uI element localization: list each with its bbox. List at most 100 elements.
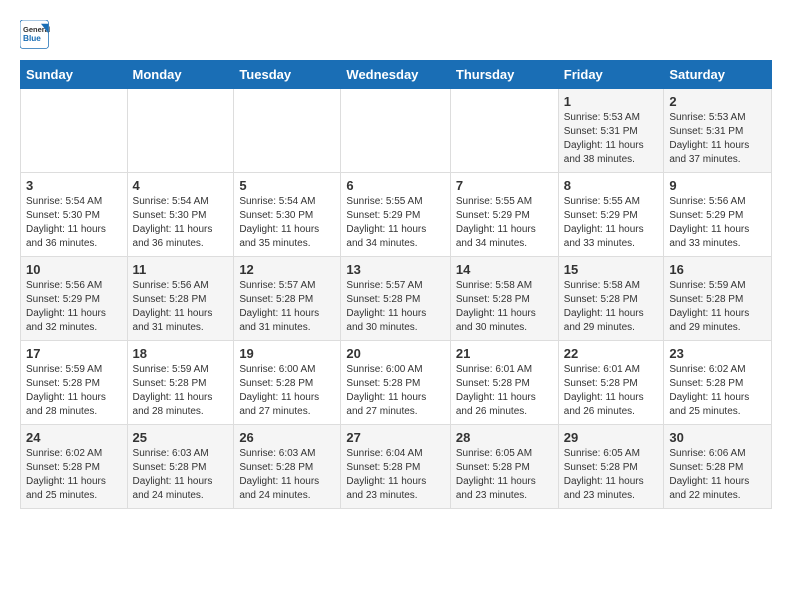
day-cell: 17 Sunrise: 5:59 AM Sunset: 5:28 PM Dayli… [21,341,128,425]
day-number: 3 [26,178,122,193]
day-cell [127,89,234,173]
day-info: Sunrise: 5:54 AM Sunset: 5:30 PM Dayligh… [133,195,229,251]
day-cell: 7 Sunrise: 5:55 AM Sunset: 5:29 PM Daylig… [450,173,558,257]
day-cell: 19Sunrise: 6:00 AM Sunset: 5:28 PM Dayli… [234,341,341,425]
day-cell: 28 Sunrise: 6:05 AM Sunset: 5:28 PM Dayli… [450,425,558,509]
day-info: Sunrise: 5:57 AM Sunset: 5:28 PM Dayligh… [346,279,444,335]
week-row-1: 1 Sunrise: 5:53 AM Sunset: 5:31 PM Daylig… [21,89,772,173]
day-info: Sunrise: 6:06 AM Sunset: 5:28 PM Dayligh… [669,447,766,503]
day-cell: 12 Sunrise: 5:57 AM Sunset: 5:28 PM Dayli… [234,257,341,341]
day-number: 28 [456,430,553,445]
weekday-row: SundayMondayTuesdayWednesdayThursdayFrid… [21,61,772,89]
day-cell: 3 Sunrise: 5:54 AM Sunset: 5:30 PM Daylig… [21,173,128,257]
day-info: Sunrise: 6:01 AM Sunset: 5:28 PM Dayligh… [564,363,659,419]
day-number: 30 [669,430,766,445]
day-info: Sunrise: 5:59 AM Sunset: 5:28 PM Dayligh… [26,363,122,419]
day-cell: 4 Sunrise: 5:54 AM Sunset: 5:30 PM Daylig… [127,173,234,257]
week-row-2: 3 Sunrise: 5:54 AM Sunset: 5:30 PM Daylig… [21,173,772,257]
day-number: 21 [456,346,553,361]
day-cell: 5 Sunrise: 5:54 AM Sunset: 5:30 PM Daylig… [234,173,341,257]
day-cell: 14 Sunrise: 5:58 AM Sunset: 5:28 PM Dayli… [450,257,558,341]
day-cell: 6 Sunrise: 5:55 AM Sunset: 5:29 PM Daylig… [341,173,450,257]
week-row-4: 17 Sunrise: 5:59 AM Sunset: 5:28 PM Dayli… [21,341,772,425]
day-number: 9 [669,178,766,193]
day-cell: 29Sunrise: 6:05 AM Sunset: 5:28 PM Dayli… [558,425,664,509]
day-cell: 18Sunrise: 5:59 AM Sunset: 5:28 PM Dayli… [127,341,234,425]
day-cell: 15Sunrise: 5:58 AM Sunset: 5:28 PM Dayli… [558,257,664,341]
day-info: Sunrise: 5:55 AM Sunset: 5:29 PM Dayligh… [346,195,444,251]
weekday-header-thursday: Thursday [450,61,558,89]
day-cell [21,89,128,173]
day-number: 13 [346,262,444,277]
day-number: 6 [346,178,444,193]
weekday-header-wednesday: Wednesday [341,61,450,89]
day-info: Sunrise: 5:54 AM Sunset: 5:30 PM Dayligh… [239,195,335,251]
day-number: 8 [564,178,659,193]
day-info: Sunrise: 6:05 AM Sunset: 5:28 PM Dayligh… [456,447,553,503]
day-number: 17 [26,346,122,361]
day-number: 5 [239,178,335,193]
week-row-5: 24 Sunrise: 6:02 AM Sunset: 5:28 PM Dayli… [21,425,772,509]
day-cell: 10 Sunrise: 5:56 AM Sunset: 5:29 PM Dayli… [21,257,128,341]
day-info: Sunrise: 6:03 AM Sunset: 5:28 PM Dayligh… [133,447,229,503]
day-number: 1 [564,94,659,109]
day-number: 7 [456,178,553,193]
day-info: Sunrise: 5:58 AM Sunset: 5:28 PM Dayligh… [456,279,553,335]
day-info: Sunrise: 5:56 AM Sunset: 5:29 PM Dayligh… [669,195,766,251]
weekday-header-monday: Monday [127,61,234,89]
day-cell: 30 Sunrise: 6:06 AM Sunset: 5:28 PM Dayli… [664,425,772,509]
day-cell: 8 Sunrise: 5:55 AM Sunset: 5:29 PM Daylig… [558,173,664,257]
day-info: Sunrise: 5:53 AM Sunset: 5:31 PM Dayligh… [564,111,659,167]
day-cell [234,89,341,173]
day-info: Sunrise: 5:54 AM Sunset: 5:30 PM Dayligh… [26,195,122,251]
day-number: 4 [133,178,229,193]
day-cell: 25Sunrise: 6:03 AM Sunset: 5:28 PM Dayli… [127,425,234,509]
weekday-header-saturday: Saturday [664,61,772,89]
day-info: Sunrise: 5:55 AM Sunset: 5:29 PM Dayligh… [564,195,659,251]
day-cell: 13 Sunrise: 5:57 AM Sunset: 5:28 PM Dayli… [341,257,450,341]
day-info: Sunrise: 5:53 AM Sunset: 5:31 PM Dayligh… [669,111,766,167]
day-info: Sunrise: 5:56 AM Sunset: 5:29 PM Dayligh… [26,279,122,335]
day-info: Sunrise: 5:57 AM Sunset: 5:28 PM Dayligh… [239,279,335,335]
day-cell: 27Sunrise: 6:04 AM Sunset: 5:28 PM Dayli… [341,425,450,509]
day-number: 20 [346,346,444,361]
day-info: Sunrise: 5:58 AM Sunset: 5:28 PM Dayligh… [564,279,659,335]
day-cell: 11Sunrise: 5:56 AM Sunset: 5:28 PM Dayli… [127,257,234,341]
day-cell: 2 Sunrise: 5:53 AM Sunset: 5:31 PM Daylig… [664,89,772,173]
calendar-body: 1 Sunrise: 5:53 AM Sunset: 5:31 PM Daylig… [21,89,772,509]
day-number: 2 [669,94,766,109]
day-cell: 23Sunrise: 6:02 AM Sunset: 5:28 PM Dayli… [664,341,772,425]
page: General Blue SundayMondayTuesdayWednesda… [0,0,792,519]
day-cell [450,89,558,173]
day-info: Sunrise: 5:56 AM Sunset: 5:28 PM Dayligh… [133,279,229,335]
logo-icon: General Blue [20,20,50,50]
weekday-header-sunday: Sunday [21,61,128,89]
day-cell: 26 Sunrise: 6:03 AM Sunset: 5:28 PM Dayli… [234,425,341,509]
svg-text:Blue: Blue [23,34,41,43]
day-info: Sunrise: 6:02 AM Sunset: 5:28 PM Dayligh… [26,447,122,503]
day-cell: 9 Sunrise: 5:56 AM Sunset: 5:29 PM Daylig… [664,173,772,257]
day-cell: 16 Sunrise: 5:59 AM Sunset: 5:28 PM Dayli… [664,257,772,341]
week-row-3: 10 Sunrise: 5:56 AM Sunset: 5:29 PM Dayli… [21,257,772,341]
day-cell: 20Sunrise: 6:00 AM Sunset: 5:28 PM Dayli… [341,341,450,425]
day-cell: 22 Sunrise: 6:01 AM Sunset: 5:28 PM Dayli… [558,341,664,425]
day-number: 24 [26,430,122,445]
day-number: 16 [669,262,766,277]
day-number: 23 [669,346,766,361]
calendar-header: SundayMondayTuesdayWednesdayThursdayFrid… [21,61,772,89]
day-number: 12 [239,262,335,277]
day-info: Sunrise: 6:03 AM Sunset: 5:28 PM Dayligh… [239,447,335,503]
day-info: Sunrise: 5:59 AM Sunset: 5:28 PM Dayligh… [669,279,766,335]
day-number: 14 [456,262,553,277]
day-info: Sunrise: 6:05 AM Sunset: 5:28 PM Dayligh… [564,447,659,503]
day-number: 22 [564,346,659,361]
day-info: Sunrise: 6:00 AM Sunset: 5:28 PM Dayligh… [239,363,335,419]
day-cell: 24 Sunrise: 6:02 AM Sunset: 5:28 PM Dayli… [21,425,128,509]
day-cell: 1 Sunrise: 5:53 AM Sunset: 5:31 PM Daylig… [558,89,664,173]
calendar-table: SundayMondayTuesdayWednesdayThursdayFrid… [20,60,772,509]
day-number: 27 [346,430,444,445]
day-info: Sunrise: 5:55 AM Sunset: 5:29 PM Dayligh… [456,195,553,251]
day-cell: 21Sunrise: 6:01 AM Sunset: 5:28 PM Dayli… [450,341,558,425]
day-number: 26 [239,430,335,445]
day-number: 10 [26,262,122,277]
